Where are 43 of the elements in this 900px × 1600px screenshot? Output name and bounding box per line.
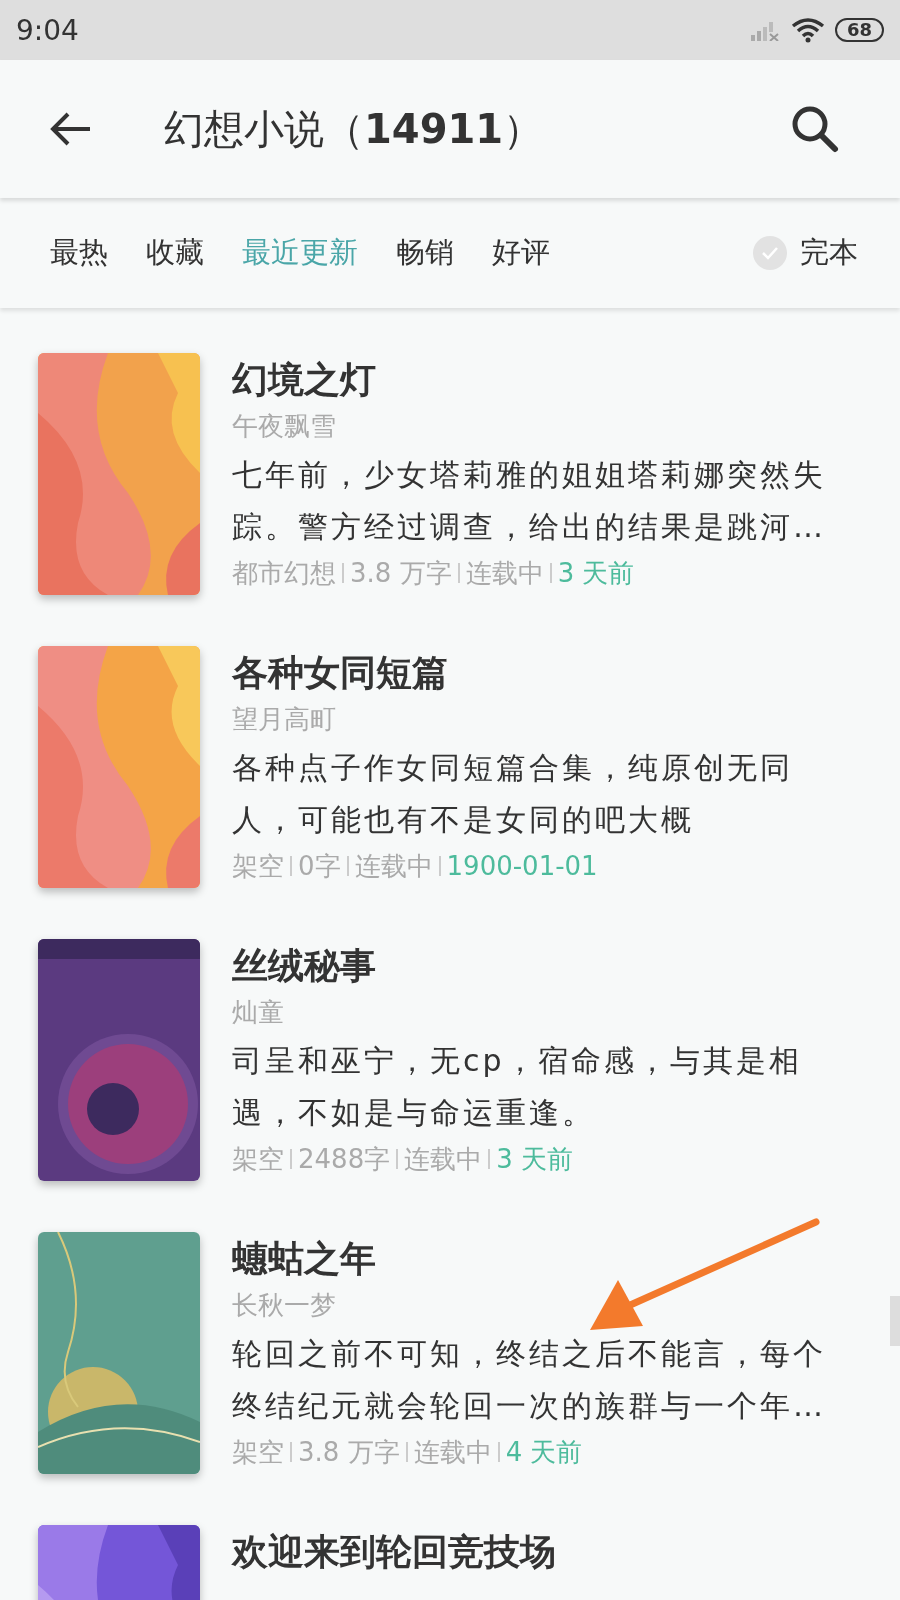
battery-icon: 68 [834, 18, 884, 42]
book-genre: 架空 [232, 1436, 284, 1469]
book-title[interactable]: 幻境之灯 [232, 357, 872, 403]
wifi-icon [790, 17, 825, 43]
book-author: 长秋一梦 [232, 1289, 337, 1322]
book-title[interactable]: 欢迎来到轮回竞技场 [232, 1529, 872, 1575]
book-title[interactable]: 各种女同短篇 [232, 650, 872, 696]
search-icon[interactable] [790, 104, 840, 154]
word-count: 3.8 万字 [298, 1436, 400, 1469]
word-count: 0字 [298, 850, 341, 883]
sort-tab[interactable]: 好评 [492, 233, 550, 273]
scrollbar-thumb[interactable] [890, 1296, 900, 1346]
book-status: 连载中 [465, 557, 544, 590]
book-description: 七年前，少女塔莉雅的姐姐塔莉娜突然失踪。警方经过调查，给出的结果是跳河… [232, 456, 827, 546]
update-time: 3 天前 [496, 1143, 573, 1176]
sort-tab[interactable]: 畅销 [396, 233, 454, 273]
book-genre: 都市幻想 [232, 557, 336, 590]
book-title[interactable]: 丝绒秘事 [232, 943, 872, 989]
book-status: 连载中 [354, 850, 433, 883]
check-icon[interactable] [752, 235, 788, 271]
sort-tab[interactable]: 最热 [50, 233, 108, 273]
book-author: 午夜飘雪 [232, 410, 337, 443]
book-description: 司呈和巫宁，无cp，宿命感，与其是相遇，不如是与命运重逢。 [232, 1042, 803, 1132]
word-count: 2488字 [298, 1143, 391, 1176]
book-description: 各种点子作女同短篇合集，纯原创无同人，可能也有不是女同的吧大概 [232, 749, 794, 839]
word-count: 3.8 万字 [350, 557, 452, 590]
book-description: 轮回之前不可知，终结之后不能言，每个终结纪元就会轮回一次的族群与一个年… [232, 1335, 827, 1425]
filter-label[interactable]: 完本 [800, 233, 858, 273]
book-status: 连载中 [413, 1436, 492, 1469]
book-status: 连载中 [404, 1143, 483, 1176]
page-title: 幻想小说（14911） [164, 104, 545, 154]
book-author: 灿童 [232, 996, 285, 1029]
sort-tab[interactable]: 收藏 [146, 233, 204, 273]
book-author: 望月高町 [232, 703, 337, 736]
back-arrow-icon[interactable] [50, 111, 92, 147]
book-genre: 架空 [232, 850, 284, 883]
update-time: 3 天前 [557, 557, 635, 590]
book-genre: 架空 [232, 1143, 284, 1176]
update-time: 1900-01-01 [446, 850, 598, 883]
book-title[interactable]: 蟪蛄之年 [232, 1236, 872, 1282]
update-time: 4 天前 [505, 1436, 583, 1469]
status-time: 9:04 [16, 13, 79, 47]
signal-icon [750, 19, 781, 41]
